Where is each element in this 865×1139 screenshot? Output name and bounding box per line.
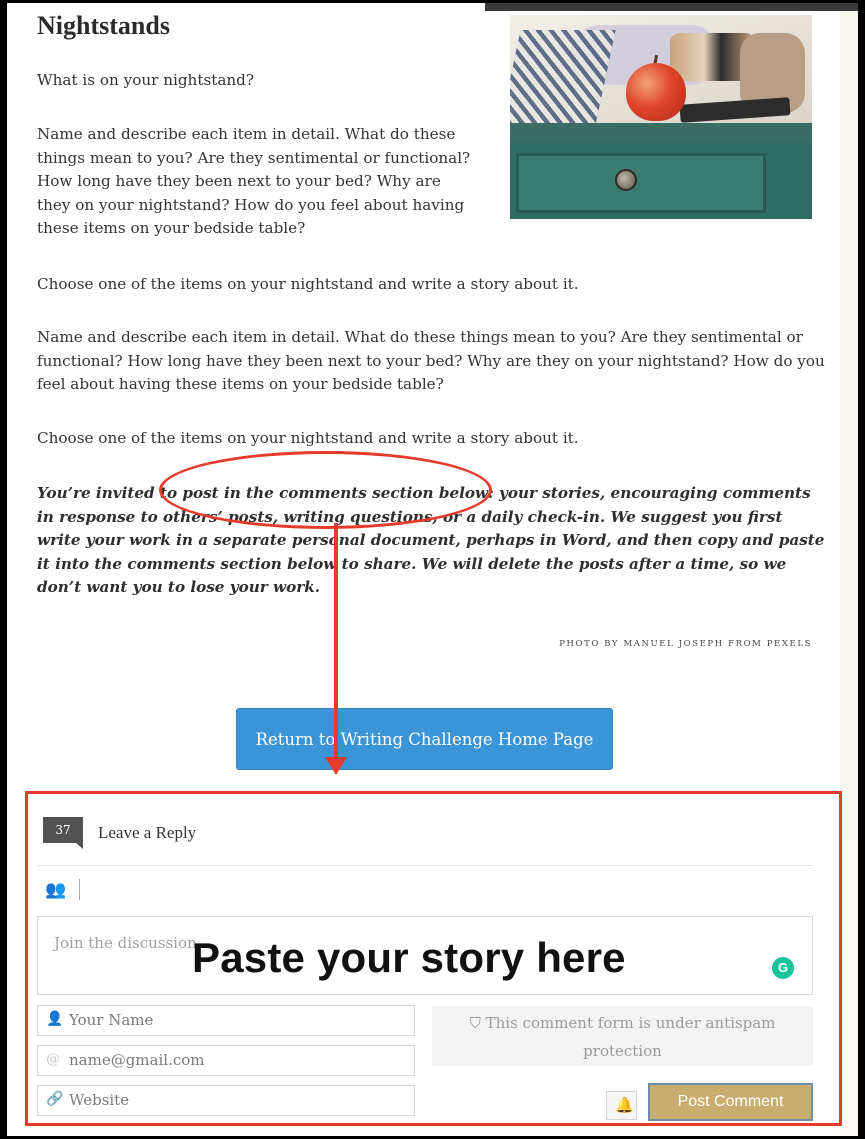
prompt-paragraph-4: Choose one of the items on your nightsta…: [37, 429, 579, 447]
annotation-ellipse: [159, 451, 492, 529]
photo-drawer-knob: [615, 169, 637, 191]
right-gutter: [840, 11, 858, 841]
page-frame: Nightstands What is on your nightstand? …: [7, 3, 858, 1136]
photo-table-top: [510, 123, 812, 145]
right-gutter-lower: [840, 841, 858, 1136]
prompt-paragraph-2: Choose one of the items on your nightsta…: [37, 275, 579, 293]
page-title: Nightstands: [37, 11, 170, 40]
photo-drawer: [516, 153, 766, 213]
top-bar: [485, 3, 858, 11]
intro-question: What is on your nightstand?: [37, 71, 255, 89]
annotation-comment-box: [25, 791, 842, 1126]
annotation-arrow-head: [325, 757, 347, 775]
photo-apple: [626, 63, 686, 121]
return-home-button[interactable]: Return to Writing Challenge Home Page: [236, 708, 613, 770]
prompt-paragraph-3: Name and describe each item in detail. W…: [37, 328, 825, 393]
annotation-arrow-line: [334, 523, 338, 759]
photo-credit: Photo by Manuel Joseph from Pexels: [559, 639, 812, 649]
nightstand-photo: [510, 15, 812, 219]
prompt-paragraph-1: Name and describe each item in detail. W…: [37, 125, 471, 237]
